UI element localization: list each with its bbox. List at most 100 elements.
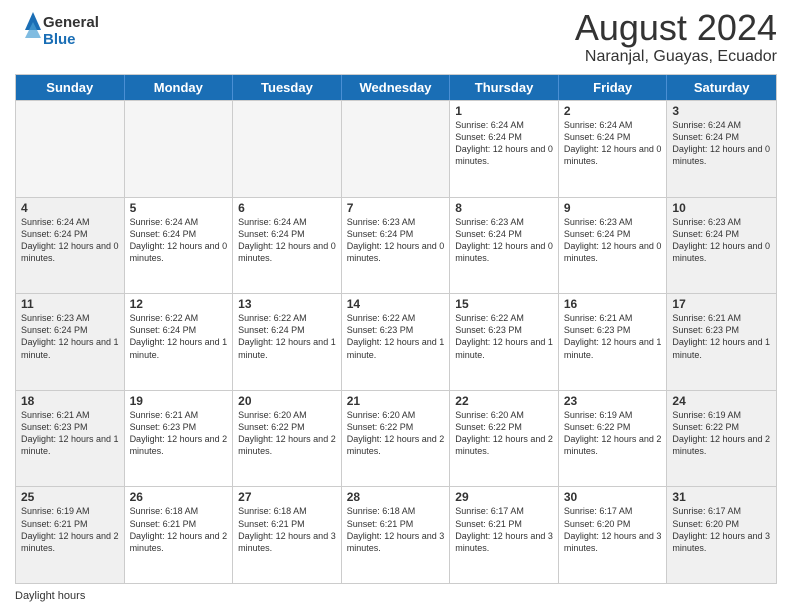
day-detail: Sunrise: 6:23 AMSunset: 6:24 PMDaylight:… — [347, 216, 445, 265]
day-number: 17 — [672, 297, 771, 311]
day-detail: Sunrise: 6:24 AMSunset: 6:24 PMDaylight:… — [130, 216, 228, 265]
calendar-cell-9: 9Sunrise: 6:23 AMSunset: 6:24 PMDaylight… — [559, 198, 668, 294]
day-number: 8 — [455, 201, 553, 215]
day-number: 16 — [564, 297, 662, 311]
day-detail: Sunrise: 6:21 AMSunset: 6:23 PMDaylight:… — [21, 409, 119, 458]
calendar-header-cell-monday: Monday — [125, 75, 234, 100]
title-area: August 2024 Naranjal, Guayas, Ecuador — [575, 10, 777, 66]
day-number: 24 — [672, 394, 771, 408]
day-detail: Sunrise: 6:18 AMSunset: 6:21 PMDaylight:… — [347, 505, 445, 554]
day-number: 9 — [564, 201, 662, 215]
calendar-cell-30: 30Sunrise: 6:17 AMSunset: 6:20 PMDayligh… — [559, 487, 668, 583]
day-detail: Sunrise: 6:22 AMSunset: 6:23 PMDaylight:… — [455, 312, 553, 361]
calendar-cell-18: 18Sunrise: 6:21 AMSunset: 6:23 PMDayligh… — [16, 391, 125, 487]
calendar: SundayMondayTuesdayWednesdayThursdayFrid… — [15, 74, 777, 584]
day-detail: Sunrise: 6:17 AMSunset: 6:20 PMDaylight:… — [564, 505, 662, 554]
day-detail: Sunrise: 6:23 AMSunset: 6:24 PMDaylight:… — [564, 216, 662, 265]
day-number: 1 — [455, 104, 553, 118]
day-detail: Sunrise: 6:18 AMSunset: 6:21 PMDaylight:… — [130, 505, 228, 554]
calendar-cell-20: 20Sunrise: 6:20 AMSunset: 6:22 PMDayligh… — [233, 391, 342, 487]
svg-text:Blue: Blue — [43, 31, 76, 48]
calendar-week-4: 25Sunrise: 6:19 AMSunset: 6:21 PMDayligh… — [16, 486, 776, 583]
calendar-cell-27: 27Sunrise: 6:18 AMSunset: 6:21 PMDayligh… — [233, 487, 342, 583]
calendar-cell-13: 13Sunrise: 6:22 AMSunset: 6:24 PMDayligh… — [233, 294, 342, 390]
calendar-cell-10: 10Sunrise: 6:23 AMSunset: 6:24 PMDayligh… — [667, 198, 776, 294]
calendar-cell-25: 25Sunrise: 6:19 AMSunset: 6:21 PMDayligh… — [16, 487, 125, 583]
calendar-cell-26: 26Sunrise: 6:18 AMSunset: 6:21 PMDayligh… — [125, 487, 234, 583]
calendar-cell-21: 21Sunrise: 6:20 AMSunset: 6:22 PMDayligh… — [342, 391, 451, 487]
calendar-cell-6: 6Sunrise: 6:24 AMSunset: 6:24 PMDaylight… — [233, 198, 342, 294]
day-number: 23 — [564, 394, 662, 408]
logo-svg: General Blue — [15, 10, 105, 52]
calendar-cell-3: 3Sunrise: 6:24 AMSunset: 6:24 PMDaylight… — [667, 101, 776, 197]
calendar-header-cell-tuesday: Tuesday — [233, 75, 342, 100]
calendar-cell-23: 23Sunrise: 6:19 AMSunset: 6:22 PMDayligh… — [559, 391, 668, 487]
day-detail: Sunrise: 6:22 AMSunset: 6:24 PMDaylight:… — [130, 312, 228, 361]
calendar-week-3: 18Sunrise: 6:21 AMSunset: 6:23 PMDayligh… — [16, 390, 776, 487]
day-number: 29 — [455, 490, 553, 504]
day-detail: Sunrise: 6:24 AMSunset: 6:24 PMDaylight:… — [21, 216, 119, 265]
daylight-hours-label: Daylight hours — [15, 590, 85, 602]
day-number: 11 — [21, 297, 119, 311]
calendar-cell-empty — [233, 101, 342, 197]
day-detail: Sunrise: 6:24 AMSunset: 6:24 PMDaylight:… — [564, 119, 662, 168]
day-number: 26 — [130, 490, 228, 504]
day-number: 7 — [347, 201, 445, 215]
calendar-cell-24: 24Sunrise: 6:19 AMSunset: 6:22 PMDayligh… — [667, 391, 776, 487]
location: Naranjal, Guayas, Ecuador — [575, 48, 777, 66]
calendar-header-cell-thursday: Thursday — [450, 75, 559, 100]
day-detail: Sunrise: 6:20 AMSunset: 6:22 PMDaylight:… — [455, 409, 553, 458]
day-number: 5 — [130, 201, 228, 215]
calendar-cell-14: 14Sunrise: 6:22 AMSunset: 6:23 PMDayligh… — [342, 294, 451, 390]
day-number: 30 — [564, 490, 662, 504]
calendar-week-2: 11Sunrise: 6:23 AMSunset: 6:24 PMDayligh… — [16, 293, 776, 390]
day-number: 25 — [21, 490, 119, 504]
calendar-cell-17: 17Sunrise: 6:21 AMSunset: 6:23 PMDayligh… — [667, 294, 776, 390]
calendar-cell-28: 28Sunrise: 6:18 AMSunset: 6:21 PMDayligh… — [342, 487, 451, 583]
calendar-week-0: 1Sunrise: 6:24 AMSunset: 6:24 PMDaylight… — [16, 100, 776, 197]
footer: Daylight hours — [15, 590, 777, 602]
day-detail: Sunrise: 6:19 AMSunset: 6:22 PMDaylight:… — [564, 409, 662, 458]
day-detail: Sunrise: 6:24 AMSunset: 6:24 PMDaylight:… — [455, 119, 553, 168]
day-number: 28 — [347, 490, 445, 504]
calendar-body: 1Sunrise: 6:24 AMSunset: 6:24 PMDaylight… — [16, 100, 776, 583]
calendar-header-cell-friday: Friday — [559, 75, 668, 100]
calendar-week-1: 4Sunrise: 6:24 AMSunset: 6:24 PMDaylight… — [16, 197, 776, 294]
day-number: 3 — [672, 104, 771, 118]
calendar-cell-12: 12Sunrise: 6:22 AMSunset: 6:24 PMDayligh… — [125, 294, 234, 390]
calendar-cell-5: 5Sunrise: 6:24 AMSunset: 6:24 PMDaylight… — [125, 198, 234, 294]
day-number: 4 — [21, 201, 119, 215]
day-detail: Sunrise: 6:22 AMSunset: 6:24 PMDaylight:… — [238, 312, 336, 361]
day-number: 10 — [672, 201, 771, 215]
day-number: 21 — [347, 394, 445, 408]
day-number: 19 — [130, 394, 228, 408]
header: General Blue August 2024 Naranjal, Guaya… — [15, 10, 777, 66]
day-detail: Sunrise: 6:21 AMSunset: 6:23 PMDaylight:… — [564, 312, 662, 361]
day-detail: Sunrise: 6:24 AMSunset: 6:24 PMDaylight:… — [238, 216, 336, 265]
day-detail: Sunrise: 6:21 AMSunset: 6:23 PMDaylight:… — [130, 409, 228, 458]
calendar-cell-7: 7Sunrise: 6:23 AMSunset: 6:24 PMDaylight… — [342, 198, 451, 294]
calendar-cell-empty — [125, 101, 234, 197]
svg-text:General: General — [43, 14, 99, 31]
day-number: 22 — [455, 394, 553, 408]
day-detail: Sunrise: 6:18 AMSunset: 6:21 PMDaylight:… — [238, 505, 336, 554]
day-detail: Sunrise: 6:20 AMSunset: 6:22 PMDaylight:… — [238, 409, 336, 458]
calendar-cell-2: 2Sunrise: 6:24 AMSunset: 6:24 PMDaylight… — [559, 101, 668, 197]
day-number: 20 — [238, 394, 336, 408]
day-number: 6 — [238, 201, 336, 215]
day-number: 18 — [21, 394, 119, 408]
calendar-cell-empty — [342, 101, 451, 197]
month-title: August 2024 — [575, 10, 777, 46]
calendar-header-cell-saturday: Saturday — [667, 75, 776, 100]
calendar-cell-31: 31Sunrise: 6:17 AMSunset: 6:20 PMDayligh… — [667, 487, 776, 583]
day-detail: Sunrise: 6:19 AMSunset: 6:22 PMDaylight:… — [672, 409, 771, 458]
calendar-header-row: SundayMondayTuesdayWednesdayThursdayFrid… — [16, 75, 776, 100]
logo: General Blue — [15, 10, 105, 52]
page: General Blue August 2024 Naranjal, Guaya… — [0, 0, 792, 612]
calendar-cell-22: 22Sunrise: 6:20 AMSunset: 6:22 PMDayligh… — [450, 391, 559, 487]
day-detail: Sunrise: 6:22 AMSunset: 6:23 PMDaylight:… — [347, 312, 445, 361]
calendar-cell-empty — [16, 101, 125, 197]
day-detail: Sunrise: 6:23 AMSunset: 6:24 PMDaylight:… — [672, 216, 771, 265]
day-detail: Sunrise: 6:23 AMSunset: 6:24 PMDaylight:… — [455, 216, 553, 265]
day-number: 12 — [130, 297, 228, 311]
